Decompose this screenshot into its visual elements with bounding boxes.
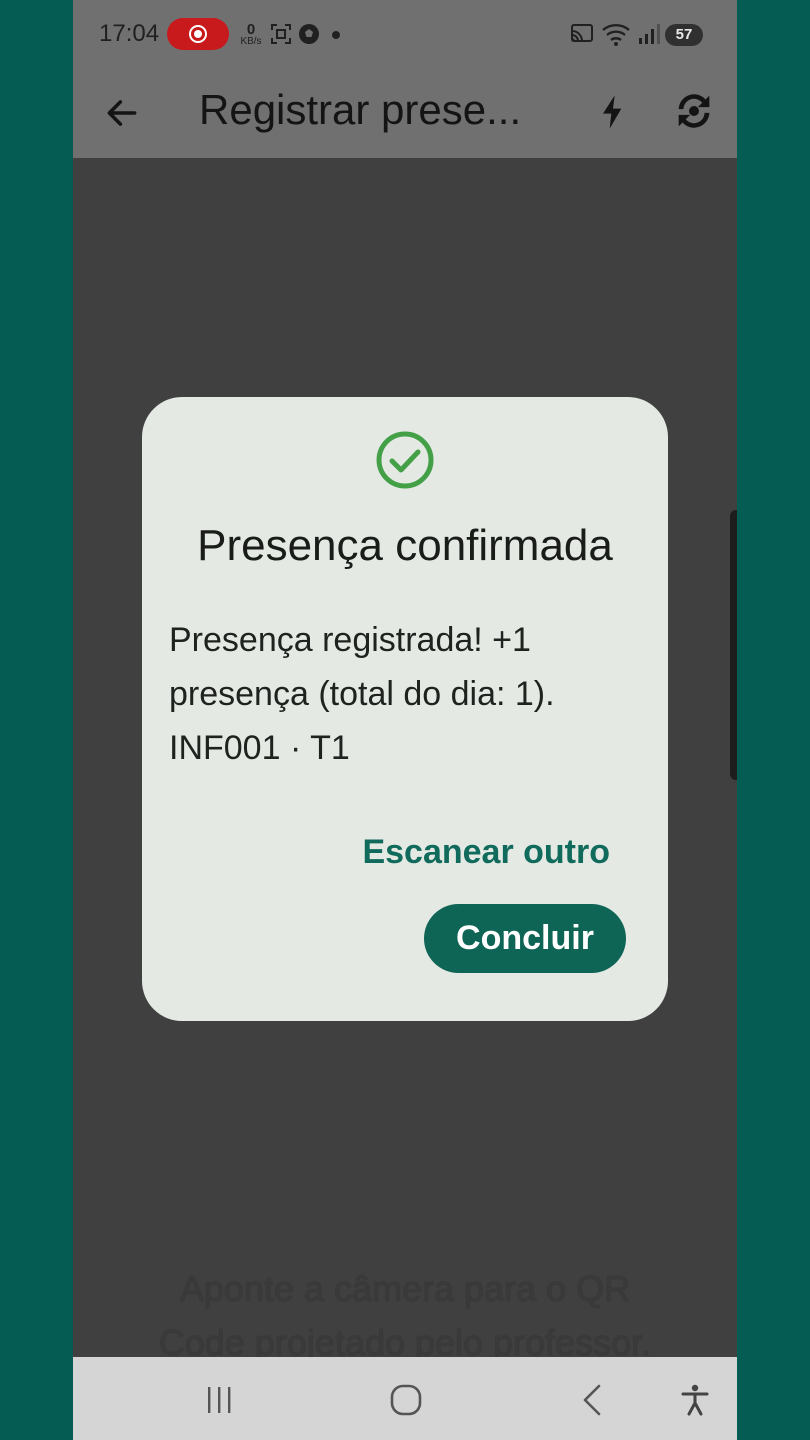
notification-dot-icon bbox=[332, 31, 340, 39]
scan-another-button[interactable]: Escanear outro bbox=[352, 833, 610, 872]
system-nav-bar bbox=[73, 1357, 737, 1440]
recent-apps-icon[interactable] bbox=[203, 1385, 235, 1415]
dialog-message: Presença registrada! +1 presença (total … bbox=[169, 613, 649, 775]
camera-hint: Aponte a câmera para o QR Code projetado… bbox=[73, 1262, 737, 1370]
accessibility-icon[interactable] bbox=[679, 1383, 711, 1417]
back-arrow-icon[interactable] bbox=[103, 94, 141, 132]
dialog-message-line2: presença (total do dia: 1). bbox=[169, 675, 555, 713]
cellular-signal-icon bbox=[639, 24, 660, 44]
screenshot-icon bbox=[271, 24, 291, 44]
screen-record-indicator[interactable] bbox=[167, 18, 229, 50]
flash-icon[interactable] bbox=[593, 92, 633, 132]
dialog-message-line3: INF001 · T1 bbox=[169, 729, 350, 767]
soccer-ball-icon bbox=[299, 24, 319, 44]
dialog-title: Presença confirmada bbox=[197, 521, 613, 570]
home-icon[interactable] bbox=[389, 1383, 423, 1417]
net-speed-value: 0 bbox=[246, 21, 256, 38]
app-bar: Registrar prese... bbox=[73, 70, 737, 158]
dialog-message-line1: Presença registrada! +1 bbox=[169, 621, 531, 659]
page-title: Registrar prese... bbox=[199, 86, 522, 133]
phone-screen: 17:04 0 KB/s 57 Registrar prese... Apont… bbox=[73, 0, 737, 1440]
check-circle-icon bbox=[376, 431, 434, 489]
status-time: 17:04 bbox=[99, 20, 160, 47]
side-panel-handle[interactable] bbox=[730, 510, 737, 780]
status-bar: 17:04 0 KB/s 57 bbox=[73, 0, 737, 70]
record-dot bbox=[194, 30, 202, 38]
net-speed: 0 KB/s bbox=[237, 22, 265, 47]
conclude-button[interactable]: Concluir bbox=[424, 904, 626, 973]
back-nav-icon[interactable] bbox=[577, 1383, 607, 1417]
camera-hint-line1: Aponte a câmera para o QR bbox=[179, 1268, 631, 1309]
net-speed-unit: KB/s bbox=[240, 36, 262, 47]
wifi-icon bbox=[602, 24, 630, 46]
switch-camera-icon[interactable] bbox=[671, 88, 717, 134]
cast-icon bbox=[571, 24, 593, 42]
presence-confirmed-dialog: Presença confirmada Presença registrada!… bbox=[142, 397, 668, 1021]
battery-level: 57 bbox=[665, 24, 703, 46]
